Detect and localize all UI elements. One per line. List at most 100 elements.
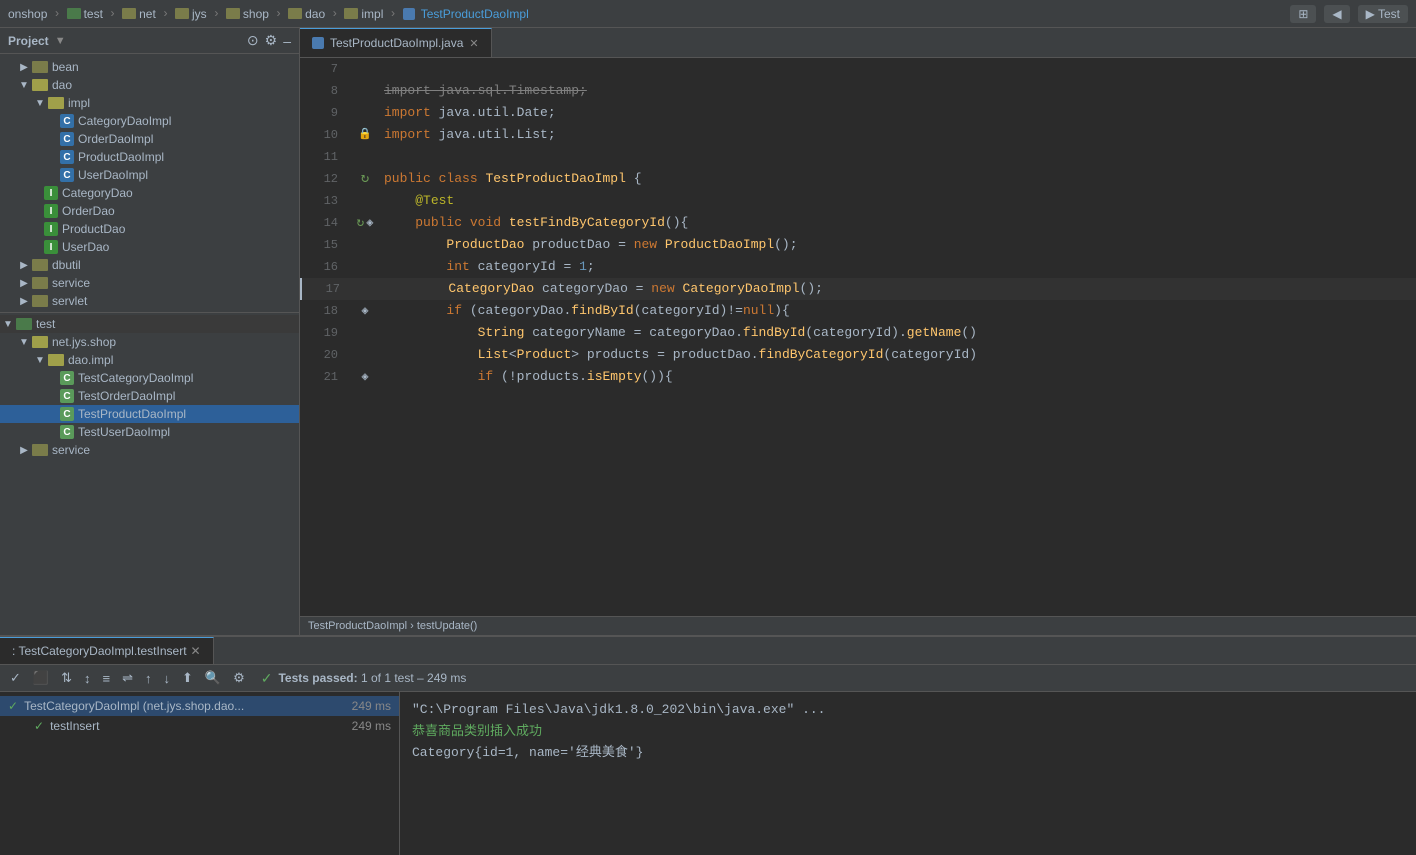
class-icon-c: C xyxy=(60,114,74,128)
locate-btn[interactable]: ⊙ xyxy=(247,32,259,49)
tree-item-ProductDao[interactable]: I ProductDao xyxy=(0,220,299,238)
align-left-btn[interactable]: ≡ xyxy=(99,669,115,688)
tree-label-TestUserDaoImpl: TestUserDaoImpl xyxy=(78,425,170,439)
class-icon-i: I xyxy=(44,204,58,218)
code-line-21: 21 ◈ if (!products.isEmpty()){ xyxy=(300,366,1416,388)
sort-asc-btn[interactable]: ⇅ xyxy=(57,668,76,688)
tree-item-bean[interactable]: ▶ bean xyxy=(0,58,299,76)
tree-item-TestCategoryDaoImpl[interactable]: C TestCategoryDaoImpl xyxy=(0,369,299,387)
tree-item-CategoryDaoImpl[interactable]: C CategoryDaoImpl xyxy=(0,112,299,130)
tree-item-impl[interactable]: ▼ impl xyxy=(0,94,299,112)
tree-item-TestOrderDaoImpl[interactable]: C TestOrderDaoImpl xyxy=(0,387,299,405)
run-arrow-icon[interactable]: ↻ xyxy=(361,168,369,190)
export-btn[interactable]: ⬆ xyxy=(178,668,197,688)
run-check-btn[interactable]: ✓ xyxy=(6,668,25,688)
code-content: public void testFindByCategoryId(){ xyxy=(380,212,1416,234)
tree-item-dao[interactable]: ▼ dao xyxy=(0,76,299,94)
tree-label-TestOrderDaoImpl: TestOrderDaoImpl xyxy=(78,389,175,403)
minimize-btn[interactable]: – xyxy=(283,32,291,49)
tree-item-CategoryDao[interactable]: I CategoryDao xyxy=(0,184,299,202)
bottom-panel: : TestCategoryDaoImpl.testInsert ✕ ✓ ⬛ ⇅… xyxy=(0,635,1416,855)
breadcrumb-test[interactable]: test xyxy=(67,7,103,21)
tree-label-ProductDao: ProductDao xyxy=(62,222,125,236)
settings-toolbar-btn[interactable]: ⚙ xyxy=(229,668,249,688)
tree-item-OrderDao[interactable]: I OrderDao xyxy=(0,202,299,220)
tree-label-UserDao: UserDao xyxy=(62,240,109,254)
back-btn[interactable]: ◀ xyxy=(1324,5,1349,23)
bottom-tab-run[interactable]: : TestCategoryDaoImpl.testInsert ✕ xyxy=(0,637,214,664)
class-icon-c: C xyxy=(60,371,74,385)
code-content: import java.sql.Timestamp; xyxy=(380,80,1416,102)
test-tree-item-testInsert[interactable]: ✓ testInsert 249 ms xyxy=(0,716,399,736)
test-item-label: testInsert xyxy=(50,719,99,733)
breadcrumb-impl[interactable]: impl xyxy=(344,7,383,21)
line-gutter: ◈ xyxy=(350,300,380,322)
code-line-17: 17 CategoryDao categoryDao = new Categor… xyxy=(300,278,1416,300)
line-number: 18 xyxy=(300,300,350,322)
folder-icon-daoimpl xyxy=(48,354,64,366)
code-editor[interactable]: 7 8 import java.sql.Timestamp; 9 import … xyxy=(300,58,1416,616)
breadcrumb-onshop[interactable]: onshop xyxy=(8,7,47,21)
tree-label-dao.impl: dao.impl xyxy=(68,353,113,367)
line-number: 14 xyxy=(300,212,350,234)
class-icon-c: C xyxy=(60,168,74,182)
bottom-tab-close[interactable]: ✕ xyxy=(191,644,201,658)
tree-item-TestUserDaoImpl[interactable]: C TestUserDaoImpl xyxy=(0,423,299,441)
bookmark-icon[interactable]: ◈ xyxy=(361,300,368,322)
settings-btn[interactable]: ⚙ xyxy=(265,32,278,49)
tab-TestProductDaoImpl[interactable]: TestProductDaoImpl.java ✕ xyxy=(300,28,492,57)
stop-btn[interactable]: ⬛ xyxy=(29,668,53,688)
tree-item-UserDaoImpl[interactable]: C UserDaoImpl xyxy=(0,166,299,184)
tree-label-OrderDao: OrderDao xyxy=(62,204,115,218)
tab-close-btn[interactable]: ✕ xyxy=(469,37,478,50)
line-number: 17 xyxy=(302,278,352,300)
bookmark-icon[interactable]: ◈ xyxy=(361,366,368,388)
breadcrumb-shop[interactable]: shop xyxy=(226,7,269,21)
line-number: 20 xyxy=(300,344,350,366)
breadcrumb-dao[interactable]: dao xyxy=(288,7,325,21)
tree-item-net.jys.shop[interactable]: ▼ net.jys.shop xyxy=(0,333,299,351)
tree-label-TestProductDaoImpl: TestProductDaoImpl xyxy=(78,407,186,421)
folder-icon xyxy=(344,8,358,19)
code-line-20: 20 List<Product> products = productDao.f… xyxy=(300,344,1416,366)
tree-item-dbutil[interactable]: ▶ dbutil xyxy=(0,256,299,274)
tree-item-servlet[interactable]: ▶ servlet xyxy=(0,292,299,310)
test-run-btn[interactable]: ▶ Test xyxy=(1358,5,1408,23)
align-right-btn[interactable]: ⇌ xyxy=(118,668,137,688)
window-layout-btn[interactable]: ⊞ xyxy=(1290,5,1316,23)
test-time: 249 ms xyxy=(352,719,391,733)
code-line-15: 15 ProductDao productDao = new ProductDa… xyxy=(300,234,1416,256)
breadcrumb-net[interactable]: net xyxy=(122,7,156,21)
tree-arrow: ▼ xyxy=(16,80,32,91)
line-number: 12 xyxy=(300,168,350,190)
search-toolbar-btn[interactable]: 🔍 xyxy=(201,668,225,688)
tab-bar: TestProductDaoImpl.java ✕ xyxy=(300,28,1416,58)
main-layout: Project ▼ ⊙ ⚙ – ▶ bean ▼ dao xyxy=(0,28,1416,635)
bookmark-icon[interactable]: ◈ xyxy=(366,212,373,234)
tree-item-OrderDaoImpl[interactable]: C OrderDaoImpl xyxy=(0,130,299,148)
run-arrow-icon[interactable]: ↻ xyxy=(356,212,364,234)
down-btn[interactable]: ↓ xyxy=(160,669,175,688)
line-number: 9 xyxy=(300,102,350,124)
breadcrumb-jys[interactable]: jys xyxy=(175,7,207,21)
tree-item-TestProductDaoImpl[interactable]: C TestProductDaoImpl xyxy=(0,405,299,423)
up-btn[interactable]: ↑ xyxy=(141,669,156,688)
sidebar-dropdown-arrow[interactable]: ▼ xyxy=(55,35,66,47)
tree-item-ProductDaoImpl[interactable]: C ProductDaoImpl xyxy=(0,148,299,166)
code-line-16: 16 int categoryId = 1; xyxy=(300,256,1416,278)
bottom-content: ✓ TestCategoryDaoImpl (net.jys.shop.dao.… xyxy=(0,692,1416,855)
tree-item-service[interactable]: ▶ service xyxy=(0,274,299,292)
tree-item-test-root[interactable]: ▼ test xyxy=(0,315,299,333)
tree-item-dao.impl[interactable]: ▼ dao.impl xyxy=(0,351,299,369)
code-content: @Test xyxy=(380,190,1416,212)
test-tree-item-TestCategoryDaoImpl[interactable]: ✓ TestCategoryDaoImpl (net.jys.shop.dao.… xyxy=(0,696,399,716)
tree-item-service2[interactable]: ▶ service xyxy=(0,441,299,459)
code-content: import java.util.List; xyxy=(380,124,1416,146)
tree-item-UserDao[interactable]: I UserDao xyxy=(0,238,299,256)
class-icon-c: C xyxy=(60,132,74,146)
line-gutter: ◈ xyxy=(350,366,380,388)
sort-desc-btn[interactable]: ↕ xyxy=(80,669,95,688)
test-status: ✓ Tests passed: 1 of 1 test – 249 ms xyxy=(261,670,467,687)
folder-icon-service xyxy=(32,277,48,289)
breadcrumb-file[interactable]: TestProductDaoImpl xyxy=(403,7,529,21)
